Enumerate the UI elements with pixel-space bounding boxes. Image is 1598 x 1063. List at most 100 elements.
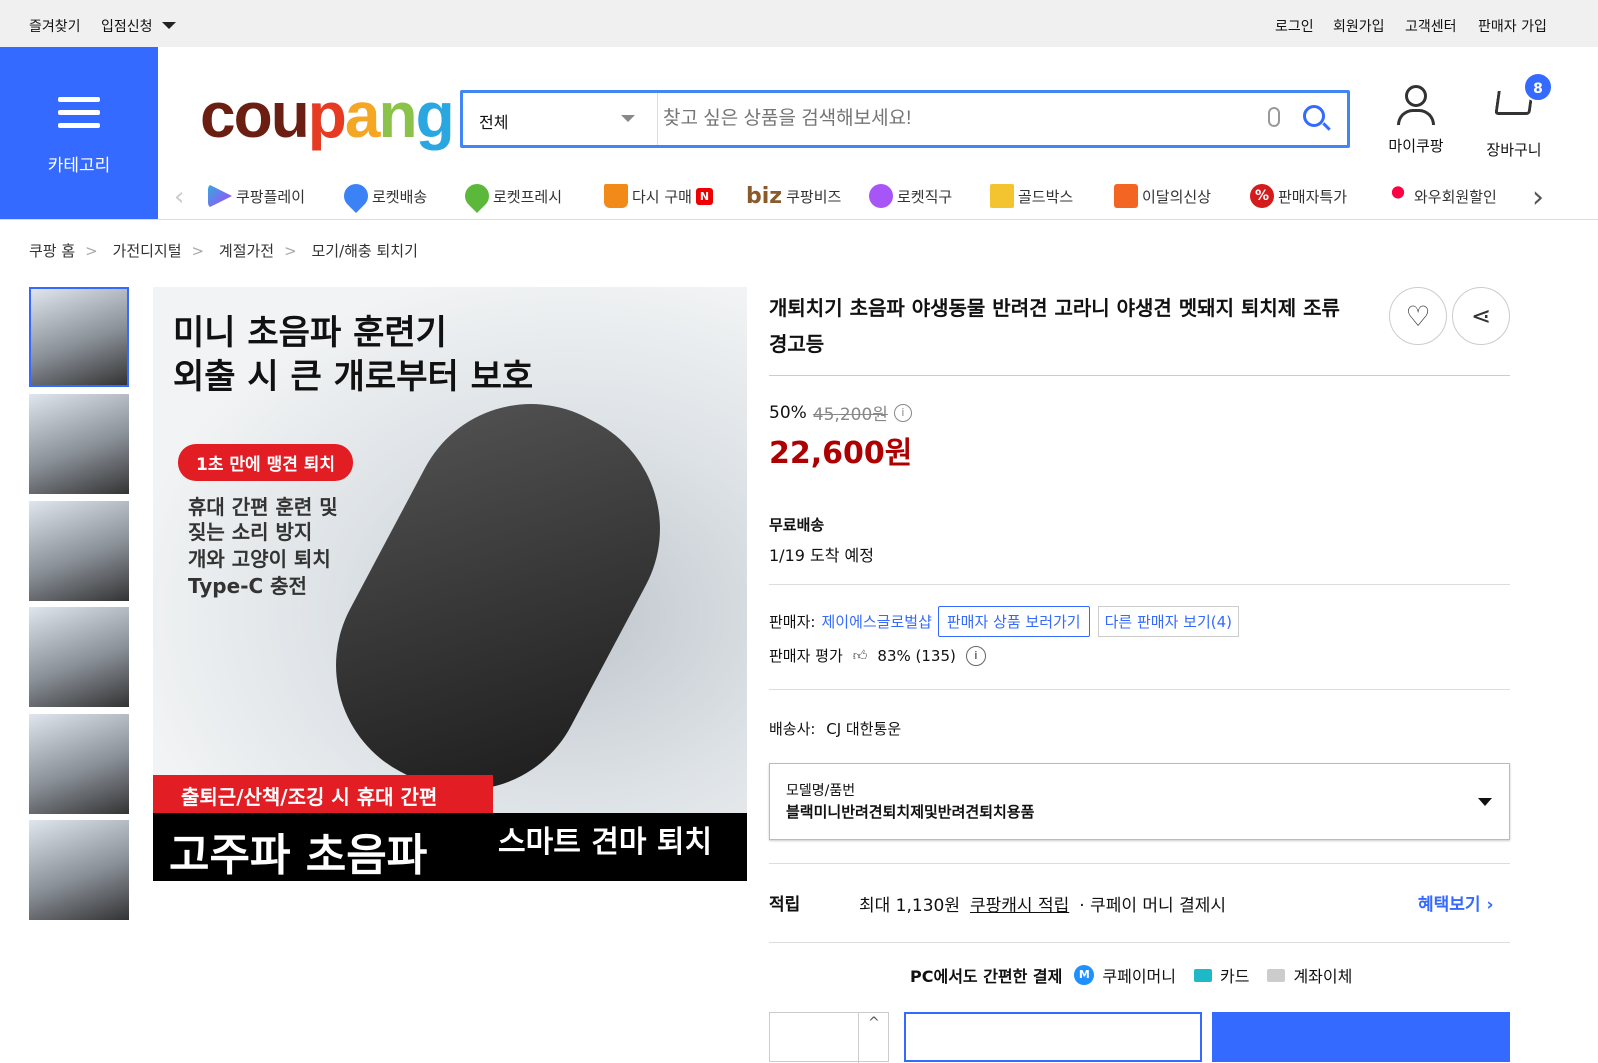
pay-method: 카드 — [1219, 967, 1250, 986]
biz-logo: biz — [746, 184, 783, 209]
nav-label: 로켓프레시 — [493, 187, 563, 206]
product-title: 개퇴치기 초음파 야생동물 반려견 고라니 야생견 멧돼지 퇴치제 조류 경고등 — [769, 296, 1340, 356]
easy-pay-title: PC에서도 간편한 결제 — [910, 967, 1063, 986]
shipping-type: 무료배송 — [769, 516, 825, 534]
my-coupang-button[interactable]: 마이쿠팡 — [1380, 85, 1452, 156]
seller-rating-label: 판매자 평가 — [769, 647, 843, 665]
stepper-divider — [858, 1013, 859, 1063]
coupang-logo[interactable]: coupang — [200, 78, 455, 152]
bank-transfer-icon — [1267, 968, 1286, 982]
divider — [769, 942, 1510, 943]
nav-prev-arrow-icon[interactable]: ‹ — [174, 182, 184, 212]
nav-label: 골드박스 — [1018, 187, 1074, 206]
nav-item-wow-discount[interactable]: 와우회원할인 — [1386, 184, 1506, 208]
microphone-icon[interactable] — [1268, 107, 1280, 127]
seller-products-button[interactable]: 판매자 상품 보러가기 — [937, 606, 1090, 637]
breadcrumb-item[interactable]: 계절가전 — [219, 242, 274, 260]
other-sellers-button[interactable]: 다른 판매자 보기(4) — [1097, 606, 1240, 637]
divider — [769, 375, 1510, 376]
user-icon — [1405, 85, 1427, 107]
thumbnail-1[interactable] — [29, 287, 129, 387]
seller-link[interactable]: 제이에스글로벌샵 — [821, 611, 931, 632]
arrival-date: 1/19 도착 예정 — [769, 546, 874, 565]
option-label: 모델명/품번 — [786, 783, 856, 799]
nav-label: 로켓직구 — [897, 187, 953, 206]
seller-apply-link[interactable]: 입점신청 — [101, 16, 153, 36]
coupay-money-icon: M — [1074, 965, 1095, 985]
nav-item-goldbox[interactable]: 골드박스 — [990, 184, 1073, 208]
nav-item-new-arrivals[interactable]: 이달의신상 — [1114, 184, 1211, 208]
nav-label: 이달의신상 — [1142, 187, 1212, 206]
nav-label: 쿠팡플레이 — [236, 187, 306, 206]
rocket-fresh-icon — [460, 179, 494, 213]
image-headline: 외출 시 큰 개로부터 보호 — [173, 357, 534, 397]
buy-now-button[interactable] — [1212, 1012, 1510, 1062]
caret-down-icon — [162, 22, 176, 29]
cart-button[interactable]: 장바구니 8 — [1476, 72, 1553, 160]
image-red-banner: 출퇴근/산책/조깅 시 휴대 간편 — [153, 775, 493, 813]
option-select[interactable]: 모델명/품번 블랙미니반려견퇴치제및반려견퇴치용품 — [769, 763, 1510, 840]
nav-next-arrow-icon[interactable]: › — [1532, 180, 1544, 215]
card-icon — [1193, 968, 1212, 982]
bookmark-link[interactable]: 즐겨찾기 — [29, 16, 81, 36]
chevron-right-icon: > — [85, 242, 98, 260]
thumbnail-3[interactable] — [29, 501, 129, 601]
breadcrumb-item[interactable]: 모기/해충 퇴치기 — [311, 242, 417, 260]
coupang-cash-link[interactable]: 쿠팡캐시 적립 — [970, 891, 1069, 916]
wow-icon — [1386, 184, 1410, 208]
nav-item-coupangplay[interactable]: 쿠팡플레이 — [208, 184, 305, 208]
category-menu-button[interactable]: 카테고리 — [0, 47, 158, 219]
chevron-up-icon[interactable]: ^ — [868, 1015, 880, 1031]
basket-icon — [604, 184, 628, 208]
carrier-label: 배송사: — [769, 720, 816, 738]
search-category-select[interactable]: 전체 — [463, 93, 658, 145]
share-icon: ⋖ — [1470, 302, 1492, 330]
info-icon[interactable]: i — [893, 403, 912, 422]
nav-label: 와우회원할인 — [1414, 187, 1497, 206]
search-input[interactable] — [663, 101, 1253, 137]
seller-rating-value: 83% (135) — [877, 646, 956, 665]
breadcrumb: 쿠팡 홈 > 가전디지털 > 계절가전 > 모기/해충 퇴치기 — [29, 240, 418, 261]
rocket-global-icon — [869, 184, 893, 208]
dropdown-arrow-icon — [1478, 798, 1492, 806]
seller-signup-link[interactable]: 판매자 가입 — [1478, 16, 1547, 36]
thumbnail-4[interactable] — [29, 607, 129, 707]
add-to-cart-button[interactable] — [904, 1012, 1202, 1062]
signup-link[interactable]: 회원가입 — [1333, 16, 1385, 36]
sale-price: 22,600원 — [769, 436, 913, 471]
my-coupang-label: 마이쿠팡 — [1388, 137, 1444, 155]
image-bottom-subtitle: 스마트 견마 퇴치 — [498, 825, 713, 860]
new-badge-icon: N — [695, 187, 713, 205]
divider — [769, 584, 1510, 585]
carrier-value: CJ 대한통운 — [826, 720, 902, 738]
breadcrumb-item[interactable]: 쿠팡 홈 — [29, 242, 75, 260]
thumbnail-5[interactable] — [29, 714, 129, 814]
login-link[interactable]: 로그인 — [1275, 16, 1314, 36]
pay-method: 계좌이체 — [1293, 967, 1353, 986]
reward-condition: · 쿠페이 머니 결제시 — [1079, 896, 1226, 916]
thumbnail-2[interactable] — [29, 394, 129, 494]
main-product-image[interactable]: 미니 초음파 훈련기 외출 시 큰 개로부터 보호 1초 만에 맹견 퇴치 휴대… — [153, 287, 747, 881]
image-badge: 1초 만에 맹견 퇴치 — [178, 444, 354, 481]
shopping-bag-icon — [1114, 184, 1138, 208]
nav-item-rocket-global[interactable]: 로켓직구 — [869, 184, 952, 208]
cart-count-badge: 8 — [1523, 72, 1553, 102]
view-benefits-link[interactable]: 혜택보기 › — [1418, 890, 1493, 915]
thumbs-up-icon: 👍︎ — [852, 648, 868, 664]
chevron-right-icon: > — [191, 242, 205, 260]
nav-item-biz[interactable]: biz 쿠팡비즈 — [746, 184, 841, 209]
option-value: 블랙미니반려견퇴치제및반려견퇴치용품 — [786, 803, 1035, 821]
nav-item-seller-deals[interactable]: % 판매자특가 — [1250, 184, 1347, 208]
nav-item-rebuy[interactable]: 다시 구매 N — [604, 184, 713, 208]
customer-center-link[interactable]: 고객센터 — [1405, 16, 1457, 36]
breadcrumb-item[interactable]: 가전디지털 — [113, 242, 182, 260]
nav-label: 다시 구매 — [632, 187, 692, 206]
nav-item-rocket[interactable]: 로켓배송 — [339, 179, 427, 213]
nav-item-rocket-fresh[interactable]: 로켓프레시 — [460, 179, 563, 213]
info-icon[interactable]: i — [965, 645, 986, 666]
share-button[interactable]: ⋖ — [1452, 287, 1510, 345]
thumbnail-6[interactable] — [29, 820, 129, 920]
wishlist-button[interactable]: ♡ — [1389, 287, 1447, 345]
discount-rate: 50% — [769, 402, 807, 423]
quantity-stepper[interactable]: ^ — [769, 1012, 889, 1063]
